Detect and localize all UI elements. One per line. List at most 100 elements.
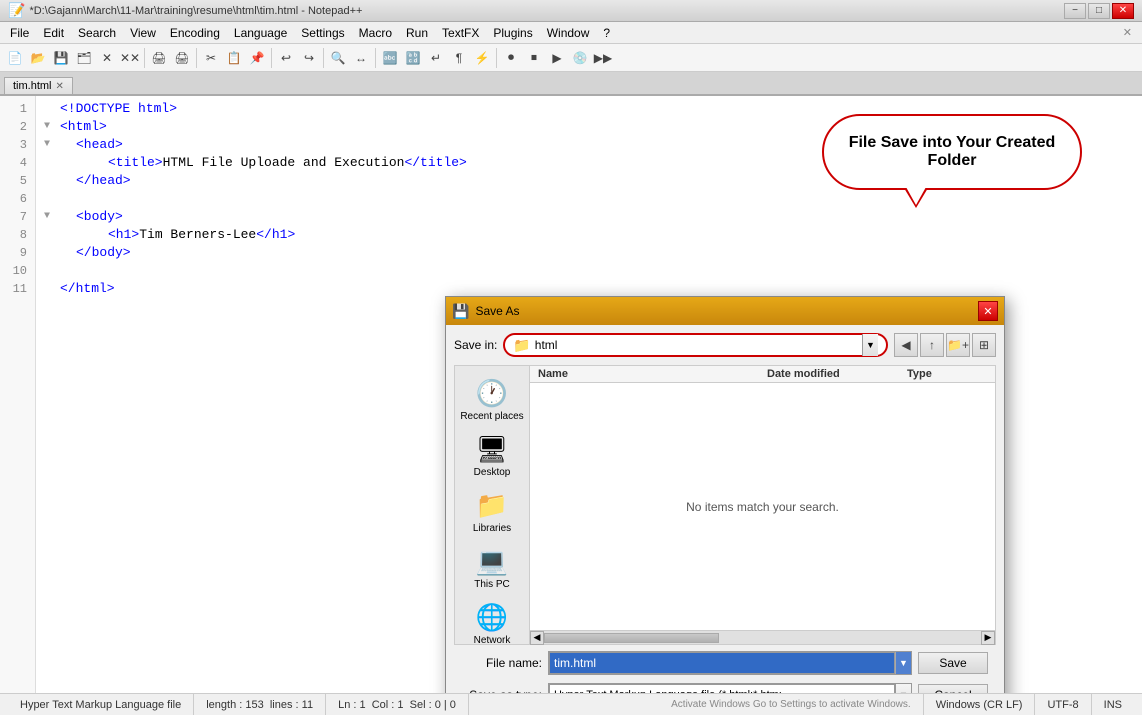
nav-network[interactable]: 🌐 Network [458,598,526,650]
toolbar-save-all[interactable]: 🗂 [73,47,95,69]
scroll-thumb[interactable] [544,633,719,643]
filename-dropdown-arrow[interactable]: ▼ [895,652,911,674]
folder-icon: 📁 [513,337,530,354]
toolbar-find[interactable]: 🔍 [327,47,349,69]
code-line-6 [44,190,1134,208]
toolbar-sync-scroll[interactable]: ⚡ [471,47,493,69]
toolbar-cut[interactable]: ✂ [200,47,222,69]
tab-close-button[interactable]: ✕ [56,81,64,92]
recent-places-label: Recent places [460,411,523,422]
toolbar-print[interactable]: 🖨 [148,47,170,69]
nav-this-pc[interactable]: 💻 This PC [458,542,526,594]
scroll-left-arrow[interactable]: ◀ [530,631,544,645]
close-button[interactable]: ✕ [1112,3,1134,19]
header-name[interactable]: Name [538,368,767,380]
this-pc-icon: 💻 [476,546,508,577]
nav-view-button[interactable]: ⊞ [972,333,996,357]
toolbar-paste[interactable]: 📌 [246,47,268,69]
dialog-title-icon: 💾 [452,303,469,320]
menu-textfx[interactable]: TextFX [436,24,485,42]
save-in-folder-name: html [535,338,558,352]
nav-libraries[interactable]: 📁 Libraries [458,486,526,538]
menu-x-button[interactable]: ✕ [1117,24,1138,41]
toolbar-replace[interactable]: ↔ [350,47,372,69]
code-line-9: </body> [44,244,1134,262]
line-numbers: 1 2 3 4 5 6 7 8 9 10 11 [0,96,36,693]
statusbar: Hyper Text Markup Language file length :… [0,693,1142,715]
menu-window[interactable]: Window [541,24,596,42]
app-icon: 📝 [8,2,25,19]
toolbar-print2[interactable]: 🖨 [171,47,193,69]
window-title: *D:\Gajann\March\11-Mar\training\resume\… [29,5,362,17]
libraries-icon: 📁 [476,490,508,521]
toolbar-copy[interactable]: 📋 [223,47,245,69]
menu-encoding[interactable]: Encoding [164,24,226,42]
tab-tim-html[interactable]: tim.html ✕ [4,77,73,94]
nav-up-button[interactable]: ↑ [920,333,944,357]
menu-plugins[interactable]: Plugins [487,24,538,42]
desktop-icon: 🖥 [475,434,508,465]
scroll-track[interactable] [544,632,981,644]
toolbar: 📄 📂 💾 🗂 ✕ ✕✕ 🖨 🖨 ✂ 📋 📌 ↩ ↪ 🔍 ↔ 🔤 🔡 ↵ ¶ ⚡… [0,44,1142,72]
toolbar-close-all[interactable]: ✕✕ [119,47,141,69]
menu-edit[interactable]: Edit [37,24,70,42]
toolbar-all-chars[interactable]: ¶ [448,47,470,69]
toolbar-macro-play[interactable]: ▶ [546,47,568,69]
filetype-select[interactable]: Hyper Text Markup Language file (*.html;… [549,684,895,693]
toolbar-zoom-in[interactable]: 🔤 [379,47,401,69]
menu-macro[interactable]: Macro [353,24,398,42]
cancel-button[interactable]: Cancel [918,684,988,693]
toolbar-close[interactable]: ✕ [96,47,118,69]
nav-recent-places[interactable]: 🕐 Recent places [458,374,526,426]
dialog-titlebar[interactable]: 💾 Save As ✕ [446,297,1004,325]
toolbar-zoom-out[interactable]: 🔡 [402,47,424,69]
toolbar-new[interactable]: 📄 [4,47,26,69]
desktop-label: Desktop [474,467,511,478]
network-icon: 🌐 [476,602,508,633]
toolbar-save[interactable]: 💾 [50,47,72,69]
maximize-button[interactable]: □ [1088,3,1110,19]
nav-desktop[interactable]: 🖥 Desktop [458,430,526,482]
dialog-file-area: Name Date modified Type No items match y… [529,365,996,645]
filename-input[interactable]: tim.html [549,652,895,674]
toolbar-undo[interactable]: ↩ [275,47,297,69]
tab-label: tim.html [13,80,52,92]
header-date[interactable]: Date modified [767,368,907,380]
save-dialog: 💾 Save As ✕ Save in: 📁 html ▼ ◀ ↑ 📁+ ⊞ [445,296,1005,693]
status-file-type: Hyper Text Markup Language file [8,694,194,715]
menu-search[interactable]: Search [72,24,122,42]
filename-input-container: tim.html ▼ [548,651,912,675]
horizontal-scrollbar[interactable]: ◀ ▶ [530,630,995,644]
libraries-label: Libraries [473,523,511,534]
toolbar-macro-save[interactable]: 💿 [569,47,591,69]
header-type[interactable]: Type [907,368,987,380]
save-in-combo[interactable]: 📁 html ▼ [503,333,888,357]
dialog-body: Save in: 📁 html ▼ ◀ ↑ 📁+ ⊞ 🕐 [446,325,1004,693]
filetype-dropdown-arrow[interactable]: ▼ [895,684,911,693]
network-label: Network [474,635,511,646]
minimize-button[interactable]: − [1064,3,1086,19]
recent-places-icon: 🕐 [476,378,508,409]
toolbar-run[interactable]: ▶▶ [592,47,614,69]
toolbar-wordwrap[interactable]: ↵ [425,47,447,69]
nav-back-button[interactable]: ◀ [894,333,918,357]
save-button[interactable]: Save [918,652,988,674]
toolbar-sep-1 [144,48,145,68]
tabbar: tim.html ✕ [0,72,1142,96]
menu-language[interactable]: Language [228,24,293,42]
toolbar-macro-rec[interactable]: ⏺ [500,47,522,69]
nav-new-folder-button[interactable]: 📁+ [946,333,970,357]
menu-run[interactable]: Run [400,24,434,42]
save-in-dropdown-arrow[interactable]: ▼ [862,334,878,356]
scroll-right-arrow[interactable]: ▶ [981,631,995,645]
menu-help[interactable]: ? [597,24,616,42]
menu-view[interactable]: View [124,24,162,42]
menu-settings[interactable]: Settings [295,24,350,42]
status-length: length : 153 lines : 11 [194,694,326,715]
toolbar-macro-stop[interactable]: ⏹ [523,47,545,69]
filetype-row: Save as type: Hyper Text Markup Language… [454,679,996,693]
menu-file[interactable]: File [4,24,35,42]
dialog-close-button[interactable]: ✕ [978,301,998,321]
toolbar-open[interactable]: 📂 [27,47,49,69]
toolbar-redo[interactable]: ↪ [298,47,320,69]
